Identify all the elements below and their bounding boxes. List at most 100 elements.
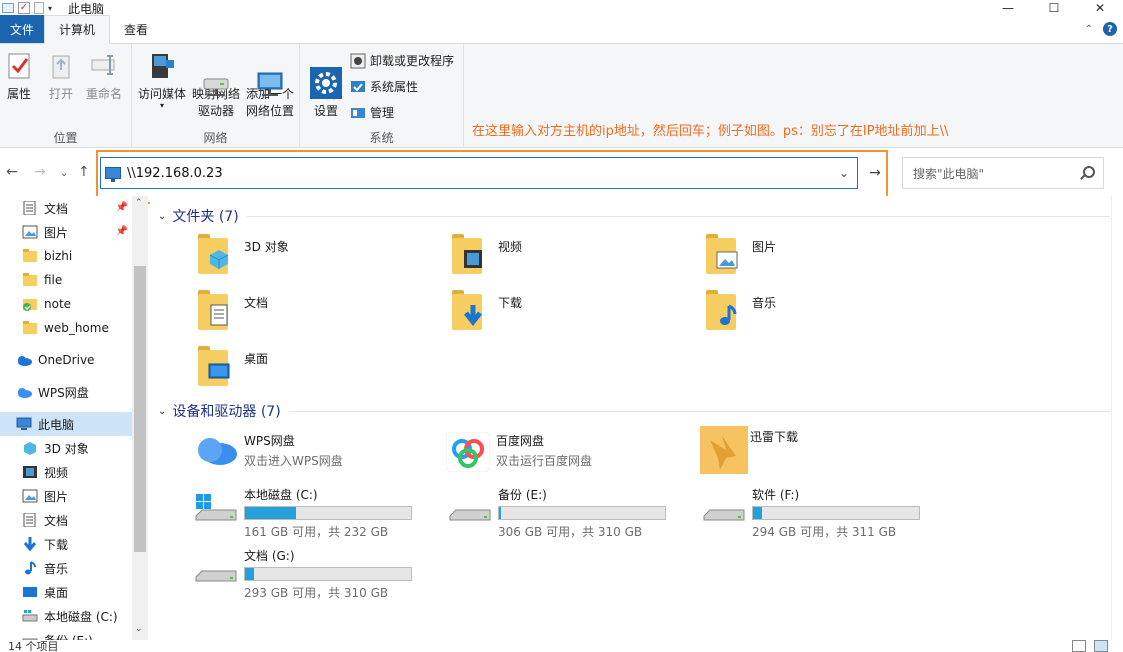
folder-desktop[interactable]: 桌面 — [198, 346, 438, 394]
add-network-location-button[interactable]: 添加一个 网络位置 — [242, 50, 298, 120]
sidebar-item-label: 文档 — [44, 201, 69, 216]
new-folder-quick-icon[interactable] — [34, 2, 44, 14]
app-baidu-netdisk[interactable]: 百度网盘 双击运行百度网盘 — [445, 430, 686, 482]
folder-3d-objects[interactable]: 3D 对象 — [198, 234, 438, 282]
chevron-down-icon[interactable]: ⌄ — [158, 211, 166, 222]
app-name: 迅雷下载 — [750, 430, 799, 444]
sidebar-item-videos[interactable]: 视频 — [0, 460, 132, 484]
media-icon — [146, 50, 178, 82]
address-dropdown-icon[interactable]: ⌄ — [839, 166, 849, 180]
customize-toolbar-icon[interactable]: ▾ — [48, 4, 58, 13]
folder-videos[interactable]: 视频 — [452, 234, 692, 282]
item-count: 14 个项目 — [8, 640, 59, 652]
annotation-text: 在这里输入对方主机的ip地址，然后回车；例子如图。ps：别忘了在IP地址前加上\… — [472, 124, 949, 139]
drive-name: 软件 (F:) — [752, 488, 800, 502]
search-box[interactable]: 搜索"此电脑" — [902, 157, 1104, 189]
sidebar-item-3d-objects[interactable]: 3D 对象 — [0, 436, 132, 460]
close-button[interactable]: ✕ — [1077, 0, 1123, 16]
open-settings-button[interactable]: 打开 设置 — [308, 50, 344, 120]
drive-free-space: 161 GB 可用，共 232 GB — [244, 525, 389, 539]
search-icon[interactable] — [1083, 166, 1095, 178]
address-input[interactable]: \\192.168.0.23 — [127, 166, 223, 181]
sidebar-scrollbar[interactable]: ⌃ ⌄ — [132, 196, 148, 640]
xunlei-bird-icon — [700, 426, 748, 474]
forward-arrow-icon[interactable]: → — [34, 164, 46, 180]
hard-drive-icon — [194, 555, 238, 591]
open-label: 打开 — [48, 87, 73, 101]
folders-section-header[interactable]: ⌄ 文件夹 (7) — [158, 206, 1110, 226]
up-arrow-icon[interactable]: ↑ — [78, 164, 90, 180]
pin-icon[interactable]: 📌 — [116, 226, 128, 237]
sidebar-item-onedrive[interactable]: OneDrive — [0, 348, 132, 372]
tab-computer[interactable]: 计算机 — [44, 15, 111, 44]
uninstall-program-button[interactable]: 卸载或更改程序 — [350, 52, 454, 69]
cube-icon — [22, 441, 38, 455]
wps-cloud-icon — [16, 385, 32, 399]
sidebar-item-wps[interactable]: WPS网盘 — [0, 380, 132, 404]
folder-pictures[interactable]: 图片 — [706, 234, 946, 282]
sidebar-item-desktop[interactable]: 桌面 — [0, 580, 132, 604]
back-arrow-icon[interactable]: ← — [6, 164, 18, 180]
sidebar-item-label: WPS网盘 — [38, 385, 89, 400]
folder-icon — [22, 273, 38, 287]
folder-documents[interactable]: 文档 — [198, 290, 438, 338]
minimize-button[interactable]: — — [985, 0, 1031, 16]
sidebar-item-bizhi[interactable]: bizhi — [0, 244, 132, 268]
sidebar-item-file[interactable]: file — [0, 268, 132, 292]
sidebar-item-web-home[interactable]: web_home — [0, 316, 132, 340]
folder-downloads[interactable]: 下载 — [452, 290, 692, 338]
sidebar-item-documents[interactable]: 文档 — [0, 508, 132, 532]
open-button[interactable]: 打开 — [44, 50, 78, 103]
drive-e[interactable]: 备份 (E:) 306 GB 可用，共 310 GB — [448, 484, 688, 539]
pin-icon[interactable]: 📌 — [116, 202, 128, 213]
large-icons-view-icon[interactable] — [1094, 640, 1108, 652]
drive-g[interactable]: 文档 (G:) 293 GB 可用，共 310 GB — [194, 545, 434, 600]
app-xunlei-download[interactable]: 迅雷下载 — [700, 426, 940, 478]
sidebar-item-note[interactable]: note — [0, 292, 132, 316]
scroll-up-icon[interactable]: ⌃ — [135, 198, 143, 208]
sidebar-item-documents-pinned[interactable]: 文档 📌 — [0, 196, 132, 220]
folder-music[interactable]: 音乐 — [706, 290, 946, 338]
sidebar-item-drive-c[interactable]: 本地磁盘 (C:) — [0, 604, 132, 628]
document-icon — [22, 512, 38, 528]
search-input[interactable]: 搜索"此电脑" — [913, 165, 984, 182]
collapse-ribbon-icon[interactable]: ⌃ — [1085, 24, 1093, 35]
address-bar[interactable]: \\192.168.0.23 ⌄ — [100, 157, 858, 189]
sidebar-item-label: note — [44, 297, 72, 311]
sidebar-item-pictures-pinned[interactable]: 图片 📌 — [0, 220, 132, 244]
app-subtitle: 双击进入WPS网盘 — [244, 454, 343, 468]
network-group-label: 网络 — [203, 131, 228, 145]
tab-view[interactable]: 查看 — [110, 15, 162, 43]
drive-f[interactable]: 软件 (F:) 294 GB 可用，共 311 GB — [702, 484, 942, 539]
sidebar-item-music[interactable]: 音乐 — [0, 556, 132, 580]
manage-button[interactable]: 管理 — [350, 104, 394, 121]
devices-section-header[interactable]: ⌄ 设备和驱动器 (7) — [158, 401, 1110, 421]
maximize-button[interactable]: ☐ — [1031, 0, 1077, 16]
sidebar-item-label: 下载 — [44, 537, 69, 552]
help-icon[interactable]: ? — [1103, 22, 1117, 36]
map-network-drive-button[interactable]: 映射网络 驱动器 — [190, 50, 242, 120]
sidebar-item-this-pc[interactable]: 此电脑 — [0, 412, 132, 436]
scroll-down-icon[interactable]: ⌄ — [135, 624, 143, 634]
system-properties-button[interactable]: 系统属性 — [350, 78, 418, 95]
folders-section-title: 文件夹 (7) — [172, 209, 239, 225]
download-arrow-icon — [22, 537, 38, 552]
sidebar-item-downloads[interactable]: 下载 — [0, 532, 132, 556]
rename-button[interactable]: 重命名 — [82, 50, 126, 103]
sidebar-item-pictures[interactable]: 图片 — [0, 484, 132, 508]
recent-locations-icon[interactable]: ⌄ — [60, 168, 68, 179]
drive-c[interactable]: 本地磁盘 (C:) 161 GB 可用，共 232 GB — [194, 484, 434, 539]
chevron-down-icon[interactable]: ⌄ — [158, 406, 166, 417]
properties-button[interactable]: 属性 — [4, 50, 34, 103]
content-scrollbar[interactable] — [1111, 196, 1123, 640]
access-media-button[interactable]: 访问媒体 ▾ — [136, 50, 188, 110]
properties-quick-icon[interactable]: ✓ — [18, 2, 30, 14]
app-wps-cloud[interactable]: WPS网盘 双击进入WPS网盘 — [194, 430, 434, 482]
go-arrow-button[interactable]: → — [862, 158, 888, 188]
uninstall-label: 卸载或更改程序 — [370, 54, 455, 68]
ribbon-tabs: 文件 计算机 查看 ⌃ ? — [0, 15, 1123, 44]
settings-gear-icon — [310, 50, 342, 99]
details-view-icon[interactable] — [1072, 640, 1086, 652]
sidebar-scroll-thumb[interactable] — [134, 266, 146, 552]
tab-file[interactable]: 文件 — [0, 15, 44, 43]
